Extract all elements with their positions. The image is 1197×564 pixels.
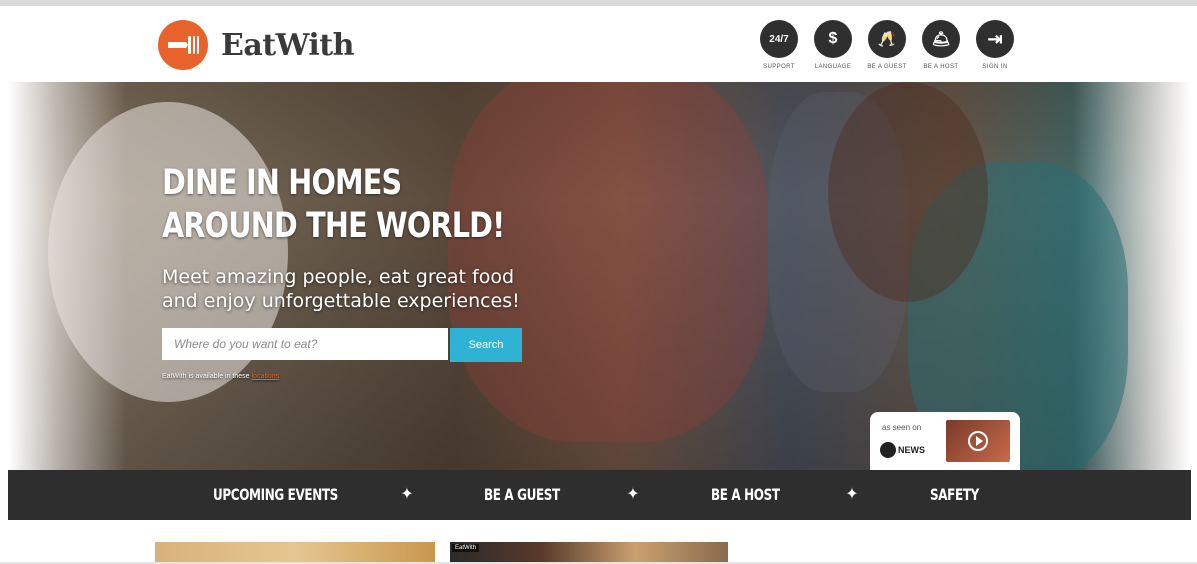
clock-24-7-icon: 24/7 <box>760 20 798 58</box>
nav-upcoming-events[interactable]: UPCOMING EVENTS <box>213 470 338 520</box>
dollar-currency-icon: $ <box>814 20 852 58</box>
hero-banner: DINE IN HOMES AROUND THE WORLD! Meet ama… <box>8 82 1191 470</box>
sign-in-label: SIGN IN <box>982 64 1008 70</box>
abc-logo-icon <box>880 442 896 458</box>
brand-logo[interactable]: EatWith <box>158 20 354 70</box>
be-a-guest-label: BE A GUEST <box>867 64 907 70</box>
be-a-guest-header-link[interactable]: 🥂 BE A GUEST <box>860 20 914 70</box>
hero-title-line1: DINE IN HOMES <box>162 163 402 203</box>
availability-text: EatWith is available in these <box>162 373 250 380</box>
press-badge[interactable]: as seen on NEWS <box>870 412 1020 470</box>
search-button[interactable]: Search <box>450 328 522 362</box>
sign-in-icon: ⇥ <box>976 20 1014 58</box>
support-link[interactable]: 24/7 SUPPORT <box>752 20 806 70</box>
header-icon-nav: 24/7 SUPPORT $ LANGUAGE 🥂 BE A GUEST 🛎 B… <box>752 20 1022 70</box>
event-card[interactable] <box>155 542 435 564</box>
hero-photo-hair <box>828 82 988 302</box>
fork-knife-logo-icon <box>158 20 208 70</box>
hero-subtitle: Meet amazing people, eat great food and … <box>162 265 562 313</box>
hero-title-line2: AROUND THE WORLD! <box>162 206 505 246</box>
nav-be-a-host[interactable]: BE A HOST <box>711 470 780 520</box>
locations-link[interactable]: locations <box>252 373 280 380</box>
language-label: LANGUAGE <box>814 64 852 70</box>
hero-photo-figure-center <box>448 82 768 442</box>
search-input[interactable] <box>162 328 448 360</box>
news-logo-text: NEWS <box>898 445 925 455</box>
availability-note: EatWith is available in these locations <box>162 373 279 380</box>
search-bar: Search <box>162 328 522 362</box>
be-a-host-header-link[interactable]: 🛎 BE A HOST <box>914 20 968 70</box>
support-label: SUPPORT <box>763 64 795 70</box>
main-nav: UPCOMING EVENTS ✦ BE A GUEST ✦ BE A HOST… <box>8 470 1191 520</box>
nav-safety[interactable]: SAFETY <box>930 470 979 520</box>
brand-name: EatWith <box>221 27 354 63</box>
hero-title: DINE IN HOMES AROUND THE WORLD! <box>162 162 506 248</box>
language-link[interactable]: $ LANGUAGE <box>806 20 860 70</box>
cloche-icon: 🛎 <box>922 20 960 58</box>
play-icon <box>968 431 988 451</box>
star-separator-icon: ✦ <box>845 486 859 503</box>
sign-in-link[interactable]: ⇥ SIGN IN <box>968 20 1022 70</box>
star-separator-icon: ✦ <box>400 486 414 503</box>
nav-be-a-guest[interactable]: BE A GUEST <box>484 470 560 520</box>
star-separator-icon: ✦ <box>626 486 640 503</box>
site-header: EatWith 24/7 SUPPORT $ LANGUAGE 🥂 BE A G… <box>0 6 1197 82</box>
hero-subtitle-line1: Meet amazing people, eat great food <box>162 266 515 288</box>
be-a-host-label: BE A HOST <box>923 64 959 70</box>
hero-subtitle-line2: and enjoy unforgettable experiences! <box>162 290 520 312</box>
press-label: as seen on <box>882 423 922 432</box>
abc-news-logo: NEWS <box>880 442 925 458</box>
video-thumbnail[interactable] <box>946 420 1010 462</box>
event-card[interactable]: EatWith <box>450 542 728 564</box>
glasses-icon: 🥂 <box>868 20 906 58</box>
card-tag: EatWith <box>452 544 480 552</box>
